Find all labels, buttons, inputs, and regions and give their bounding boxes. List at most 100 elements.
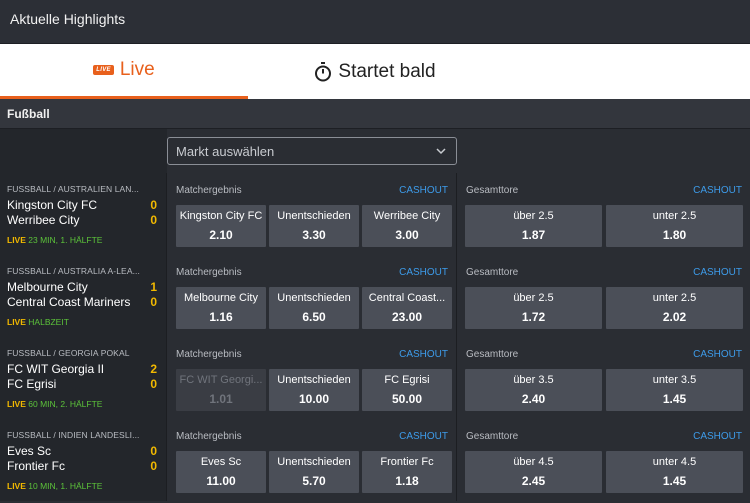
odds-value: 1.16 bbox=[209, 310, 233, 324]
market-title: Gesamttore bbox=[466, 267, 519, 278]
away-team-name: Central Coast Mariners bbox=[7, 295, 131, 309]
odds-value: 3.30 bbox=[302, 228, 326, 242]
market-title: Gesamttore bbox=[466, 185, 519, 196]
live-tag: LIVE bbox=[7, 481, 26, 491]
total-goals-button[interactable]: unter 2.5 1.80 bbox=[606, 205, 743, 247]
match-status: LIVE 23 MIN, 1. HÄLFTE bbox=[7, 235, 102, 245]
odds-button[interactable]: Unentschieden 5.70 bbox=[269, 451, 359, 493]
odds-value: 6.50 bbox=[302, 310, 326, 324]
odds-button[interactable]: Frontier Fc 1.18 bbox=[362, 451, 452, 493]
odds-label: Unentschieden bbox=[277, 456, 351, 468]
total-goals-button[interactable]: unter 4.5 1.45 bbox=[606, 451, 743, 493]
odds-button[interactable]: Werribee City 3.00 bbox=[362, 205, 452, 247]
odds-value: 1.18 bbox=[395, 474, 419, 488]
odds-value: 23.00 bbox=[391, 310, 423, 324]
sport-label: Fußball bbox=[7, 107, 50, 121]
cashout-link[interactable]: CASHOUT bbox=[399, 349, 448, 360]
away-score: 0 bbox=[150, 377, 157, 391]
match-info[interactable]: FUSSBALL / INDIEN LANDESLI... Eves Sc 0 Fro… bbox=[0, 419, 167, 501]
live-tag: LIVE bbox=[7, 235, 26, 245]
odds-value: 50.00 bbox=[391, 392, 423, 406]
odds-label: unter 3.5 bbox=[652, 374, 697, 386]
odds-button[interactable]: Unentschieden 3.30 bbox=[269, 205, 359, 247]
page-title: Aktuelle Highlights bbox=[10, 11, 126, 27]
total-goals-button[interactable]: über 2.5 1.72 bbox=[465, 287, 602, 329]
odds-label: Eves Sc bbox=[200, 456, 242, 468]
odds-button[interactable]: Melbourne City 1.16 bbox=[176, 287, 266, 329]
odds-value: 1.87 bbox=[521, 228, 546, 242]
tab-live[interactable]: LIVE Live bbox=[0, 44, 248, 99]
total-goals-button[interactable]: über 4.5 2.45 bbox=[465, 451, 602, 493]
total-goals-button[interactable]: unter 3.5 1.45 bbox=[606, 369, 743, 411]
home-team: Melbourne City 1 bbox=[7, 280, 157, 294]
away-score: 0 bbox=[150, 295, 157, 309]
odds-label: über 3.5 bbox=[513, 374, 554, 386]
home-team: FC WIT Georgia II 2 bbox=[7, 362, 157, 376]
market-select[interactable]: Markt auswählen bbox=[167, 137, 457, 165]
odds-button[interactable]: FC Egrisi 50.00 bbox=[362, 369, 452, 411]
league-name: FUSSBALL / GEORGIA POKAL bbox=[7, 348, 130, 358]
odds-label: Werribee City bbox=[373, 210, 441, 222]
live-badge-icon: LIVE bbox=[93, 65, 114, 75]
odds-label: über 4.5 bbox=[513, 456, 554, 468]
home-team-name: Kingston City FC bbox=[7, 198, 98, 212]
odds-button[interactable]: Unentschieden 10.00 bbox=[269, 369, 359, 411]
match-time: HALBZEIT bbox=[28, 317, 69, 327]
market-title: Gesamttore bbox=[466, 349, 519, 360]
match-info[interactable]: FUSSBALL / AUSTRALIA A-LEA... Melbourne C… bbox=[0, 255, 167, 337]
total-goals-button[interactable]: über 2.5 1.87 bbox=[465, 205, 602, 247]
odds-label: über 2.5 bbox=[513, 210, 554, 222]
odds-value: 2.45 bbox=[521, 474, 546, 488]
match-time: 60 MIN, 2. HÄLFTE bbox=[28, 399, 103, 409]
odds-value: 5.70 bbox=[302, 474, 326, 488]
cashout-link[interactable]: CASHOUT bbox=[693, 267, 742, 278]
match-time: 23 MIN, 1. HÄLFTE bbox=[28, 235, 103, 245]
tab-bar: LIVE Live Startet bald bbox=[0, 44, 750, 99]
odds-value: 1.80 bbox=[662, 228, 687, 242]
match-status: LIVE 60 MIN, 2. HÄLFTE bbox=[7, 399, 102, 409]
cashout-link[interactable]: CASHOUT bbox=[693, 185, 742, 196]
home-score: 0 bbox=[150, 198, 157, 212]
odds-button[interactable]: Kingston City FC 2.10 bbox=[176, 205, 266, 247]
total-goals-market: Gesamttore CASHOUT über 4.5 2.45 unter 4.5 1.… bbox=[457, 419, 750, 501]
odds-label: FC Egrisi bbox=[384, 374, 430, 386]
away-team: Central Coast Mariners 0 bbox=[7, 295, 157, 309]
match-info[interactable]: FUSSBALL / GEORGIA POKAL FC WIT Georgia I… bbox=[0, 337, 167, 419]
total-goals-market: Gesamttore CASHOUT über 3.5 2.40 unter 3.5 1.… bbox=[457, 337, 750, 419]
match-status: LIVE HALBZEIT bbox=[7, 317, 69, 327]
cashout-link[interactable]: CASHOUT bbox=[693, 431, 742, 442]
odds-label: Central Coast... bbox=[368, 292, 446, 304]
header-bar: Aktuelle Highlights bbox=[0, 0, 750, 44]
away-team-name: FC Egrisi bbox=[7, 377, 57, 391]
cashout-link[interactable]: CASHOUT bbox=[399, 267, 448, 278]
odds-button[interactable]: Eves Sc 11.00 bbox=[176, 451, 266, 493]
odds-label: FC WIT Georgi... bbox=[179, 374, 263, 386]
home-team: Kingston City FC 0 bbox=[7, 198, 157, 212]
odds-label: Unentschieden bbox=[277, 292, 351, 304]
odds-button[interactable]: Unentschieden 6.50 bbox=[269, 287, 359, 329]
cashout-link[interactable]: CASHOUT bbox=[693, 349, 742, 360]
sport-section-header: Fußball bbox=[0, 99, 750, 129]
odds-label: unter 2.5 bbox=[652, 292, 697, 304]
home-score: 0 bbox=[150, 444, 157, 458]
home-team: Eves Sc 0 bbox=[7, 444, 157, 458]
league-name: FUSSBALL / AUSTRALIEN LAN... bbox=[7, 184, 139, 194]
tab-live-label: Live bbox=[119, 59, 155, 80]
away-team: Frontier Fc 0 bbox=[7, 459, 157, 473]
odds-value: 10.00 bbox=[298, 392, 330, 406]
tab-starting-soon[interactable]: Startet bald bbox=[248, 44, 502, 99]
home-team-name: FC WIT Georgia II bbox=[7, 362, 105, 376]
match-status: LIVE 10 MIN, 1. HÄLFTE bbox=[7, 481, 102, 491]
cashout-link[interactable]: CASHOUT bbox=[399, 185, 448, 196]
chevron-down-icon bbox=[436, 144, 446, 155]
match-row: FUSSBALL / AUSTRALIA A-LEA... Melbourne C… bbox=[0, 255, 750, 337]
match-info[interactable]: FUSSBALL / AUSTRALIEN LAN... Kingston Cit… bbox=[0, 173, 167, 255]
odds-button[interactable]: Central Coast... 23.00 bbox=[362, 287, 452, 329]
market-title: Gesamttore bbox=[466, 431, 519, 442]
total-goals-button[interactable]: über 3.5 2.40 bbox=[465, 369, 602, 411]
odds-value: 1.72 bbox=[521, 310, 546, 324]
total-goals-button[interactable]: unter 2.5 2.02 bbox=[606, 287, 743, 329]
odds-value: 3.00 bbox=[395, 228, 419, 242]
cashout-link[interactable]: CASHOUT bbox=[399, 431, 448, 442]
odds-label: Unentschieden bbox=[277, 374, 351, 386]
